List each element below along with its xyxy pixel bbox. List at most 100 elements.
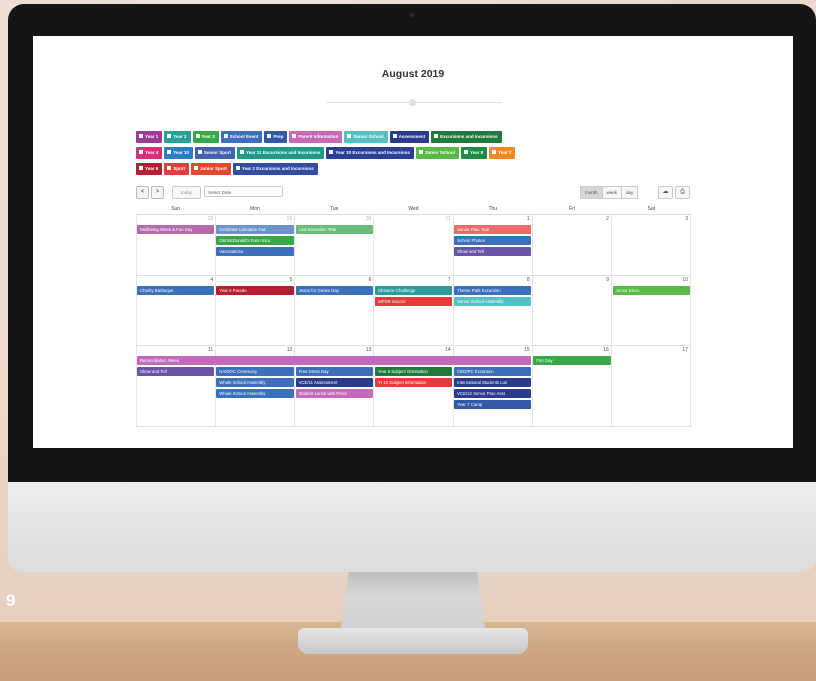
filter-label: Year 7: [498, 150, 512, 155]
day-number: 2: [606, 216, 609, 222]
filter-label: Year 6: [145, 166, 159, 171]
filter-year-4[interactable]: Year 4: [136, 147, 163, 159]
next-month-button[interactable]: >: [151, 186, 164, 199]
calendar-event[interactable]: Student Lunch with Princi: [295, 389, 373, 398]
day-cell[interactable]: 30: [295, 215, 375, 275]
filter-label: Year 2 Excursions and Incursions: [241, 166, 314, 171]
calendar-event[interactable]: Old McDonald's Farm Incu: [216, 236, 294, 245]
calendar-event[interactable]: VCE/11 Assessment: [295, 378, 373, 387]
day-cell[interactable]: 9: [533, 276, 612, 345]
day-cell[interactable]: 31: [374, 215, 454, 275]
calendar-event[interactable]: Year 6 Parade: [216, 286, 294, 295]
checkbox-icon: [235, 166, 240, 170]
calendar-event[interactable]: Senior School Assembly: [454, 297, 532, 306]
filter-label: Year 10: [173, 150, 190, 155]
month-grid: Sun Mon Tue Wed Thu Fri Sat 28 29 30 31 1 2 3 Wellbei…: [136, 205, 691, 427]
calendar-event[interactable]: Reconciliation Week: [137, 356, 532, 365]
view-day-button[interactable]: day: [621, 186, 639, 199]
filter-school-event[interactable]: School Event: [220, 131, 263, 143]
page-number: 9: [6, 591, 16, 610]
calendar-event[interactable]: Whole School Assembly: [216, 378, 294, 387]
filter-assessment[interactable]: Assessment: [389, 131, 430, 143]
calendar-event[interactable]: Year 6 Subject Orientation: [374, 367, 453, 376]
filter-excursions-and-incursions[interactable]: Excursions and Incursions: [431, 131, 502, 143]
filter-year-10-excursions-and-incursions[interactable]: Year 10 Excursions and Incursions: [326, 147, 414, 159]
calendar-event[interactable]: Year 7 Camp: [454, 400, 532, 409]
day-number: 5: [289, 277, 293, 283]
day-number: 15: [524, 347, 530, 353]
filter-year-8[interactable]: Year 8: [460, 147, 488, 159]
day-number: 8: [526, 277, 530, 283]
day-number: 12: [286, 347, 293, 353]
calendar-event[interactable]: International Students Lun: [454, 378, 532, 387]
calendar-event[interactable]: Wellbeing Week & Fun Day: [137, 225, 215, 234]
calendar-event[interactable]: Show and Tell: [454, 247, 532, 256]
view-month-button[interactable]: month: [580, 186, 603, 199]
filter-label: Year 11 Excursions and Incursions: [246, 150, 321, 155]
filter-year-6[interactable]: Year 6: [136, 163, 163, 175]
calendar-event[interactable]: Theme Park Excursion: [454, 286, 532, 295]
day-number: 16: [603, 347, 609, 353]
calendar-event[interactable]: Yr 10 Subject Information: [374, 378, 453, 387]
filter-label: Parent Information: [298, 134, 339, 139]
calendar-event[interactable]: WPSR Soccer: [374, 297, 453, 306]
filter-label: Year 2: [173, 134, 187, 139]
filter-senior-school[interactable]: Senior School: [344, 131, 388, 143]
checkbox-icon: [329, 150, 334, 154]
week-row: 4 5 6 7 8 9 10 Charity Barbeque Year 6 Parade Jea…: [136, 276, 691, 346]
filter-prep[interactable]: Prep: [264, 131, 288, 143]
monitor-stand: [340, 572, 486, 634]
calendar-event[interactable]: VCE/12 Senior Prac Asst: [454, 389, 532, 398]
calendar-event[interactable]: Obstacle Challenge: [374, 286, 453, 295]
calendar-event[interactable]: Senior Prac Year: [454, 225, 532, 234]
calendar-event[interactable]: Show and Tell: [137, 367, 215, 376]
filter-row: Year 4 Year 10 Senior Sport Year 11 Excursi…: [136, 147, 696, 159]
calendar-event[interactable]: Lost Excursion Year: [295, 225, 373, 234]
monitor-stand-foot: [298, 628, 528, 654]
calendar-event[interactable]: Celebrate Literature Fair: [216, 225, 294, 234]
day-cell[interactable]: 17: [612, 346, 691, 426]
calendar-event[interactable]: Whole School Assembly: [216, 389, 294, 398]
checkbox-icon: [139, 134, 143, 138]
calendar-event[interactable]: Vaccinations: [216, 247, 294, 256]
calendar-event[interactable]: Junior Disco: [612, 286, 690, 295]
filter-parent-information[interactable]: Parent Information: [289, 131, 343, 143]
filter-junior-school[interactable]: Junior School: [415, 147, 459, 159]
filter-year-11-excursions-and-incursions[interactable]: Year 11 Excursions and Incursions: [237, 147, 325, 159]
calendar-event[interactable]: Fun Day: [533, 356, 611, 365]
calendar-screen: August 2019 Year 1 Year 2 Year 3 School Eve…: [33, 36, 793, 448]
filter-year-10[interactable]: Year 10: [164, 147, 194, 159]
view-week-button[interactable]: week: [601, 186, 623, 199]
calendar-event[interactable]: Free Dress Day: [295, 367, 373, 376]
filter-year-3[interactable]: Year 3: [192, 131, 219, 143]
filter-year-2-excursions-and-incursions[interactable]: Year 2 Excursions and Incursions: [232, 163, 318, 175]
print-icon[interactable]: ⎙: [675, 186, 690, 199]
filter-year-2[interactable]: Year 2: [164, 131, 191, 143]
cloud-icon[interactable]: ☁: [658, 186, 673, 199]
day-cell[interactable]: 2: [533, 215, 612, 275]
filter-label: Excursions and Incursions: [440, 134, 498, 139]
filter-sport[interactable]: Sport: [164, 163, 190, 175]
day-cell[interactable]: 28: [136, 215, 217, 275]
checkbox-icon: [292, 134, 297, 138]
calendar-event[interactable]: Jeans for Genes Day: [295, 286, 373, 295]
filter-junior-sport[interactable]: Junior Sport: [191, 163, 231, 175]
calendar-event[interactable]: School Photos: [454, 236, 532, 245]
calendar-event[interactable]: Charity Barbeque: [137, 286, 215, 295]
day-cell[interactable]: 29: [216, 215, 296, 275]
today-button[interactable]: today: [172, 186, 201, 199]
day-cell[interactable]: 3: [612, 215, 691, 275]
calendar-event[interactable]: CEO/PC Excursion: [454, 367, 532, 376]
filter-senior-sport[interactable]: Senior Sport: [195, 147, 236, 159]
filter-year-1[interactable]: Year 1: [136, 131, 163, 143]
prev-month-button[interactable]: <: [136, 186, 149, 199]
date-picker-input[interactable]: Select Date: [204, 186, 283, 197]
checkbox-icon: [240, 150, 245, 154]
filter-label: Junior Sport: [200, 166, 227, 171]
calendar-toolbar: < > today Select Date month week day ☁ ⎙: [136, 186, 691, 199]
calendar-event[interactable]: NAIDOC Ceremony: [216, 367, 294, 376]
filter-year-7[interactable]: Year 7: [489, 147, 516, 159]
day-cell[interactable]: 1: [454, 215, 533, 275]
filter-row: Year 1 Year 2 Year 3 School Event Prep Parent…: [136, 131, 696, 143]
day-number: 7: [447, 277, 451, 283]
